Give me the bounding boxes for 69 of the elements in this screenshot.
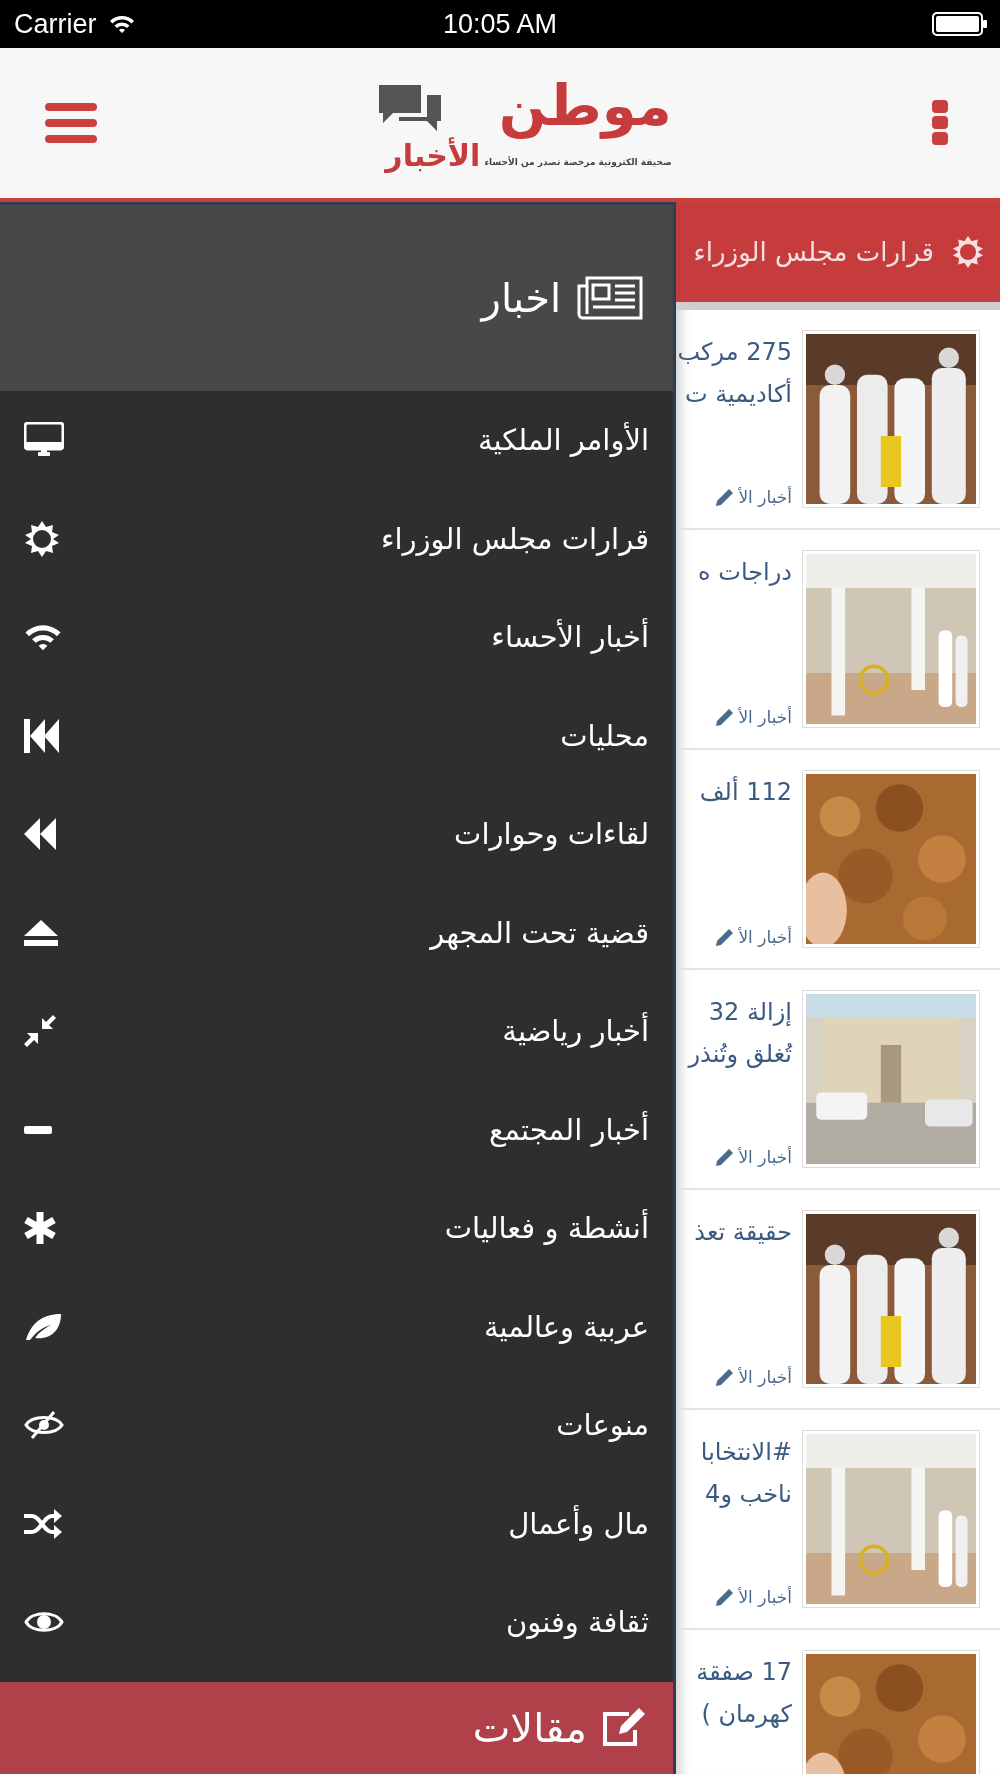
headline-text: حقيقة تعذ xyxy=(694,1217,792,1248)
menu-item[interactable]: قضية تحت المجهر xyxy=(0,883,673,982)
rewind-icon xyxy=(24,818,56,851)
category-label: أخبار الأ xyxy=(738,927,792,947)
monitor-icon xyxy=(24,422,64,459)
news-card[interactable]: حقيقة تعذ أخبار الأ xyxy=(676,1190,1000,1410)
battery-icon xyxy=(932,12,988,36)
menu-item[interactable]: منوعات xyxy=(0,1376,673,1475)
pencil-icon xyxy=(716,1148,735,1166)
menu-item[interactable]: لقاءات وحوارات xyxy=(0,785,673,884)
news-card[interactable]: #الانتخابا ناخب و4 أخبار الأ xyxy=(676,1410,1000,1630)
menu-item[interactable]: عربية وعالمية xyxy=(0,1277,673,1376)
headline-text: كهرمان ) xyxy=(701,1699,792,1730)
eject-icon xyxy=(24,919,58,946)
newspaper-icon xyxy=(577,276,643,320)
headline-text: إزالة 32 xyxy=(708,997,792,1028)
news-card[interactable]: إزالة 32 تُغلق وتُنذر أخبار الأ xyxy=(676,970,1000,1190)
sun-icon xyxy=(24,520,60,557)
minus-icon xyxy=(24,1125,52,1134)
menu-item[interactable]: مال وأعمال xyxy=(0,1474,673,1573)
menu-item[interactable]: أخبار الأحساء xyxy=(0,588,673,687)
pencil-icon xyxy=(716,1588,735,1606)
skip-back-icon xyxy=(24,718,60,753)
wifi-icon xyxy=(24,622,62,653)
news-card[interactable]: دراجات ه أخبار الأ xyxy=(676,530,1000,750)
news-card[interactable]: 112 ألف أخبار الأ xyxy=(676,750,1000,970)
headline-text: 17 صفقة xyxy=(696,1657,792,1688)
eye-slash-icon xyxy=(24,1410,64,1441)
menu-item[interactable]: محليات xyxy=(0,686,673,785)
headline-text: ناخب و4 xyxy=(705,1479,792,1510)
logo-subtitle: الأخبار xyxy=(385,139,481,173)
drawer-title: اخبار xyxy=(481,275,561,321)
menu-item[interactable]: قرارات مجلس الوزراء xyxy=(0,489,673,588)
pencil-icon xyxy=(716,928,735,946)
pencil-icon xyxy=(716,1368,735,1386)
category-label: أخبار الأ xyxy=(738,1587,792,1607)
compress-arrows-icon xyxy=(24,1015,56,1048)
more-options-button[interactable] xyxy=(932,100,948,146)
sun-icon xyxy=(952,236,984,268)
headline-text: 112 ألف xyxy=(699,775,792,808)
section-title: قرارات مجلس الوزراء xyxy=(693,237,934,267)
logo-tagline: صحيفة الكترونية مرخصة تصدر من الأحساء xyxy=(484,157,672,167)
wifi-icon xyxy=(108,14,135,34)
pencil-icon xyxy=(716,488,735,506)
menu-item[interactable]: أخبار رياضية xyxy=(0,982,673,1081)
logo-title: موطن xyxy=(498,73,672,139)
articles-section[interactable]: مقالات xyxy=(0,1681,673,1774)
shuffle-icon xyxy=(24,1507,62,1540)
carrier-label: Carrier xyxy=(14,8,97,40)
menu-item[interactable]: أنشطة و فعاليات xyxy=(0,1179,673,1278)
headline-text: تُغلق وتُنذر xyxy=(688,1039,792,1070)
menu-item[interactable]: ثقافة وفنون xyxy=(0,1573,673,1672)
pencil-icon xyxy=(716,708,735,726)
asterisk-icon xyxy=(24,1212,56,1245)
headline-text: أكاديمية ت xyxy=(685,377,792,410)
category-label: أخبار الأ xyxy=(738,1367,792,1387)
headline-text: دراجات ه xyxy=(698,557,792,588)
clock-time: 10:05 AM xyxy=(442,8,558,40)
category-label: أخبار الأ xyxy=(738,487,792,507)
menu-item[interactable]: أخبار المجتمع xyxy=(0,1080,673,1179)
news-card[interactable]: 17 صفقة كهرمان ) xyxy=(676,1630,1000,1774)
leaf-icon xyxy=(24,1311,62,1342)
news-card[interactable]: 275 مركب أكاديمية ت أخبار الأ xyxy=(676,310,1000,530)
headline-text: #الانتخابا xyxy=(700,1437,792,1468)
menu-item[interactable]: الأوامر الملكية xyxy=(0,391,673,490)
category-label: أخبار الأ xyxy=(738,1147,792,1167)
headline-text: 275 مركب xyxy=(677,337,792,368)
category-label: أخبار الأ xyxy=(738,707,792,727)
menu-button[interactable] xyxy=(45,101,97,145)
